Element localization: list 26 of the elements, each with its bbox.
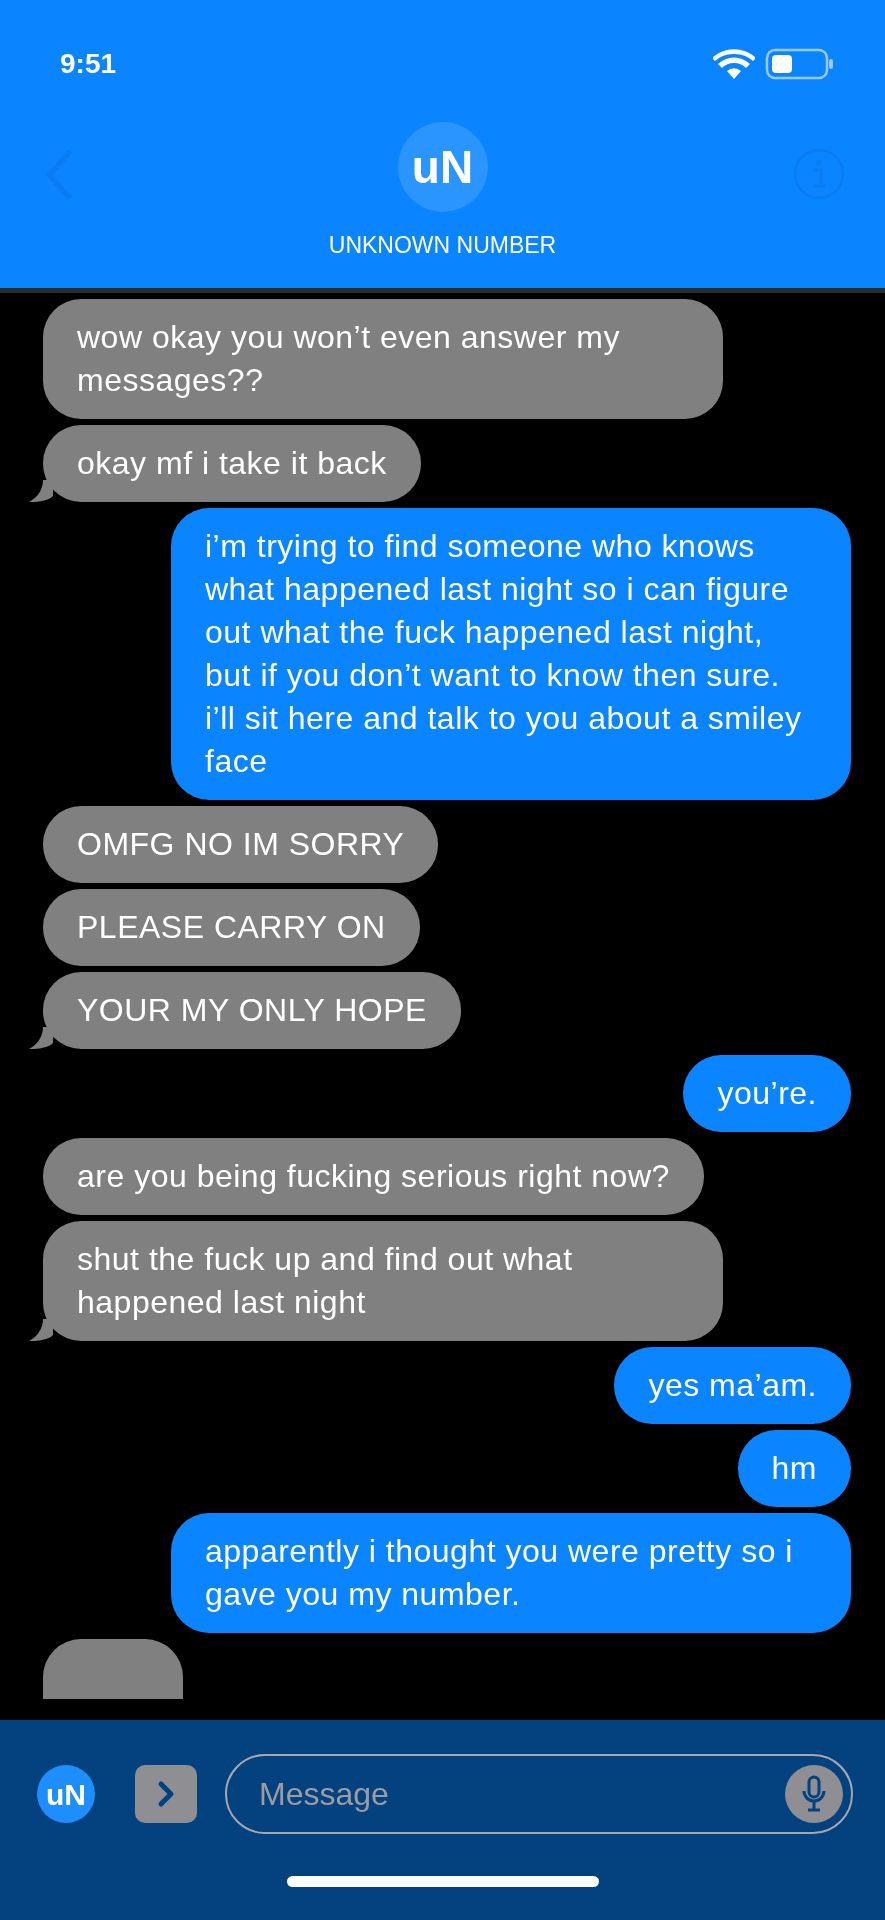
contact-name: UNKNOWN NUMBER [328, 231, 557, 260]
received-message: PLEASE CARRY ON [43, 889, 420, 966]
message-input[interactable]: Message [259, 1770, 785, 1818]
user-avatar[interactable]: uN [37, 1765, 95, 1823]
battery-icon [765, 47, 835, 81]
bubble-tail-icon [29, 480, 53, 502]
bubble-tail-icon [29, 1319, 53, 1341]
microphone-icon[interactable] [785, 1765, 843, 1823]
wifi-icon [713, 49, 755, 79]
received-message: YOUR MY ONLY HOPE [43, 972, 461, 1049]
contact-avatar[interactable]: uN [397, 122, 488, 212]
sent-message: you’re. [683, 1055, 851, 1132]
message-field[interactable]: Message [225, 1754, 853, 1834]
chevron-right-icon [157, 1780, 175, 1808]
received-message: wow okay you won’t even answer my messages?? [43, 299, 723, 419]
received-message: okay mf i take it back [43, 425, 421, 502]
received-message: are you being fucking serious right now? [43, 1138, 704, 1215]
sent-message: i’m trying to find someone who knows what happened last night so i can figure out what the fuck happened last night, but if you don’t want to know then sure. i’ll sit here and talk to you about a smiley face [171, 508, 851, 800]
status-time: 9:51 [60, 47, 117, 81]
apps-button[interactable] [135, 1765, 197, 1823]
bubble-tail-icon [29, 1027, 53, 1049]
sent-message: hm [737, 1430, 851, 1507]
sent-message: yes ma’am. [614, 1347, 851, 1424]
sent-message: apparently i thought you were pretty so i gave you my number. [171, 1513, 851, 1633]
received-message: OMFG NO IM SORRY [43, 806, 439, 883]
received-message: shut the fuck up and find out what happened last night [43, 1221, 723, 1341]
